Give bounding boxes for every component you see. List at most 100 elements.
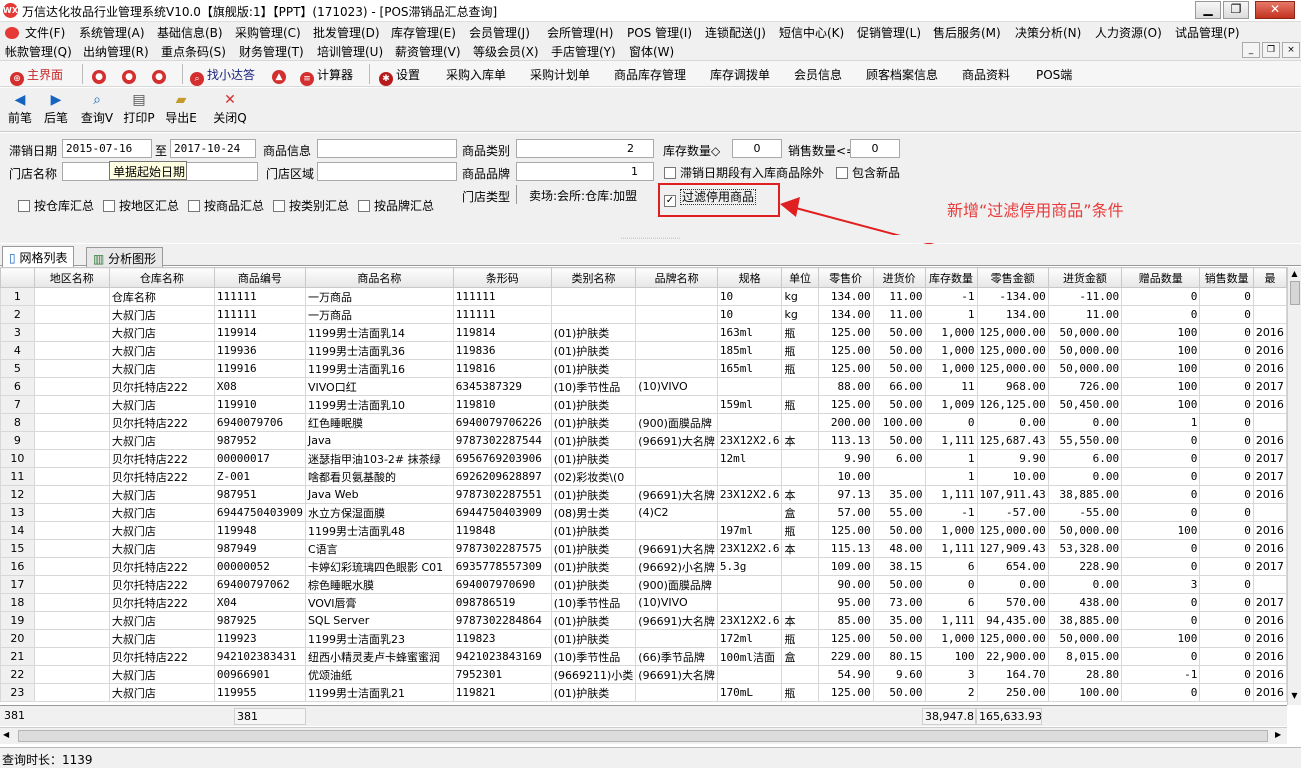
table-cell[interactable]: 一万商品 xyxy=(304,287,454,306)
table-cell[interactable]: 100 xyxy=(1121,629,1201,648)
table-cell[interactable]: 瓶 xyxy=(781,629,819,648)
horizontal-scroll-thumb[interactable] xyxy=(18,730,1268,742)
table-cell[interactable]: 69400797062 xyxy=(213,575,306,594)
link-purchase-plan[interactable]: 采购计划单 xyxy=(530,66,590,83)
table-cell[interactable]: 3 xyxy=(1121,575,1201,594)
close-button[interactable]: ✕ 关闭Q xyxy=(210,90,250,130)
table-cell[interactable]: 0 xyxy=(1121,683,1201,702)
table-cell[interactable]: 11.00 xyxy=(872,305,926,324)
table-cell[interactable]: 111111 xyxy=(213,287,306,306)
table-cell[interactable]: (01)护肤类 xyxy=(550,485,637,504)
menu-level-member[interactable]: 等级会员(X) xyxy=(473,43,539,60)
table-cell[interactable]: 100ml洁面 xyxy=(716,647,783,666)
table-cell[interactable]: 一万商品 xyxy=(304,305,454,324)
table-cell[interactable]: 125,000.00 xyxy=(976,323,1049,342)
table-cell[interactable]: kg xyxy=(781,305,819,324)
table-cell[interactable]: 6 xyxy=(924,593,978,612)
table-cell[interactable]: 6940079706 xyxy=(213,413,306,432)
row-number[interactable]: 18 xyxy=(0,593,35,612)
table-row[interactable]: 6 贝尔托特店222 X08 VIVO口红 6345387329 (10)季节性品 (10)… xyxy=(0,377,1287,396)
table-cell[interactable]: 125,000.00 xyxy=(976,521,1049,540)
table-cell[interactable]: 100 xyxy=(1121,359,1201,378)
table-cell[interactable]: 109.00 xyxy=(817,557,874,576)
table-cell[interactable]: 1,111 xyxy=(924,485,978,504)
table-cell[interactable] xyxy=(33,431,110,450)
home-button[interactable]: ⊕ 主界面 xyxy=(10,66,63,86)
table-cell[interactable] xyxy=(33,485,110,504)
table-row[interactable]: 9 大叔门店 987952 Java 9787302287544 (01)护肤类 (9669… xyxy=(0,431,1287,450)
table-cell[interactable]: 大叔门店 xyxy=(108,539,215,558)
include-new-checkbox[interactable]: 包含新品 xyxy=(836,164,900,181)
table-cell[interactable]: 盒 xyxy=(781,647,819,666)
table-cell[interactable]: (08)男士类 xyxy=(550,503,637,522)
table-cell[interactable]: 1 xyxy=(1121,413,1201,432)
vertical-scrollbar[interactable]: ▲ ▼ xyxy=(1287,267,1301,705)
table-cell[interactable] xyxy=(33,449,110,468)
table-cell[interactable] xyxy=(33,521,110,540)
table-cell[interactable]: 134.00 xyxy=(817,305,874,324)
table-cell[interactable] xyxy=(33,575,110,594)
table-row[interactable]: 17 贝尔托特店222 69400797062 棕色睡眠水膜 694007970690(… xyxy=(0,575,1287,594)
table-cell[interactable]: 0 xyxy=(1199,431,1254,450)
table-cell[interactable]: 111111 xyxy=(452,305,552,324)
menu-finance[interactable]: 财务管理(T) xyxy=(239,43,304,60)
table-cell[interactable] xyxy=(33,359,110,378)
table-cell[interactable]: 28.80 xyxy=(1047,665,1123,684)
table-cell[interactable]: 11 xyxy=(924,377,978,396)
table-cell[interactable] xyxy=(33,341,110,360)
table-cell[interactable]: 90.00 xyxy=(817,575,874,594)
table-cell[interactable] xyxy=(33,413,110,432)
table-cell[interactable] xyxy=(716,413,783,432)
data-grid[interactable]: 地区名称 仓库名称 商品编号 商品名称 条形码 类别名称 品牌名称 规格 单位 零售价 进货价 库存数… xyxy=(0,267,1287,705)
table-cell[interactable]: (01)护肤类 xyxy=(550,629,637,648)
table-cell[interactable]: 1,000 xyxy=(924,521,978,540)
table-cell[interactable]: 大叔门店 xyxy=(108,503,215,522)
table-cell[interactable]: 1,111 xyxy=(924,431,978,450)
table-row[interactable]: 22 大叔门店 00966901 优颂油纸 7952301 (9669211)小类 (966… xyxy=(0,665,1287,684)
link-pos[interactable]: POS端 xyxy=(1036,66,1072,83)
table-cell[interactable]: (01)护肤类 xyxy=(550,521,637,540)
menu-promotion[interactable]: 促销管理(L) xyxy=(857,24,921,41)
column-header[interactable]: 进货价 xyxy=(872,267,926,288)
table-cell[interactable]: 6926209628897 xyxy=(452,467,552,486)
table-cell[interactable]: 438.00 xyxy=(1047,593,1123,612)
table-cell[interactable]: 35.00 xyxy=(872,611,926,630)
table-cell[interactable] xyxy=(33,557,110,576)
table-row[interactable]: 1 仓库名称 111111 一万商品 111111 10 kg 134.00 11.00 -1 -1… xyxy=(0,287,1287,306)
category-input[interactable]: 2 xyxy=(516,139,654,158)
table-cell[interactable]: 0 xyxy=(1199,683,1254,702)
row-number[interactable]: 23 xyxy=(0,683,35,702)
table-cell[interactable] xyxy=(635,449,718,468)
prev-button[interactable]: ◀ 前笔 xyxy=(0,90,40,130)
tab-grid-list[interactable]: ▯ 网格列表 xyxy=(2,246,75,267)
table-cell[interactable]: 38,885.00 xyxy=(1047,485,1123,504)
table-cell[interactable]: 119923 xyxy=(213,629,306,648)
table-cell[interactable] xyxy=(781,593,819,612)
table-cell[interactable]: 125,000.00 xyxy=(976,359,1049,378)
table-cell[interactable]: 100 xyxy=(1121,323,1201,342)
table-cell[interactable] xyxy=(716,377,783,396)
menu-hand-store[interactable]: 手店管理(Y) xyxy=(551,43,616,60)
table-row[interactable]: 19 大叔门店 987925 SQL Server 9787302284864 (01)护… xyxy=(0,611,1287,630)
table-cell[interactable]: 大叔门店 xyxy=(108,305,215,324)
table-cell[interactable]: SQL Server xyxy=(304,611,454,630)
column-header[interactable]: 最 xyxy=(1252,267,1287,288)
table-cell[interactable] xyxy=(33,593,110,612)
query-button[interactable]: ⌕ 查询V xyxy=(77,90,117,130)
table-cell[interactable] xyxy=(635,521,718,540)
restore-button[interactable]: ❐ xyxy=(1223,1,1249,19)
table-cell[interactable]: (10)VIVO xyxy=(635,377,718,396)
table-cell[interactable]: Java xyxy=(304,431,454,450)
column-header[interactable]: 类别名称 xyxy=(550,267,637,288)
table-cell[interactable]: 1199男士洁面乳36 xyxy=(304,341,454,360)
table-cell[interactable]: 134.00 xyxy=(976,305,1049,324)
row-number[interactable]: 12 xyxy=(0,485,35,504)
table-cell[interactable]: 2016 xyxy=(1252,359,1287,378)
table-cell[interactable]: 1199男士洁面乳23 xyxy=(304,629,454,648)
table-cell[interactable]: 107,911.43 xyxy=(976,485,1049,504)
table-cell[interactable]: 35.00 xyxy=(872,485,926,504)
link-member-info[interactable]: 会员信息 xyxy=(794,66,842,83)
table-cell[interactable]: 8,015.00 xyxy=(1047,647,1123,666)
table-cell[interactable]: 00966901 xyxy=(213,665,306,684)
table-cell[interactable]: VIVO口红 xyxy=(304,377,454,396)
